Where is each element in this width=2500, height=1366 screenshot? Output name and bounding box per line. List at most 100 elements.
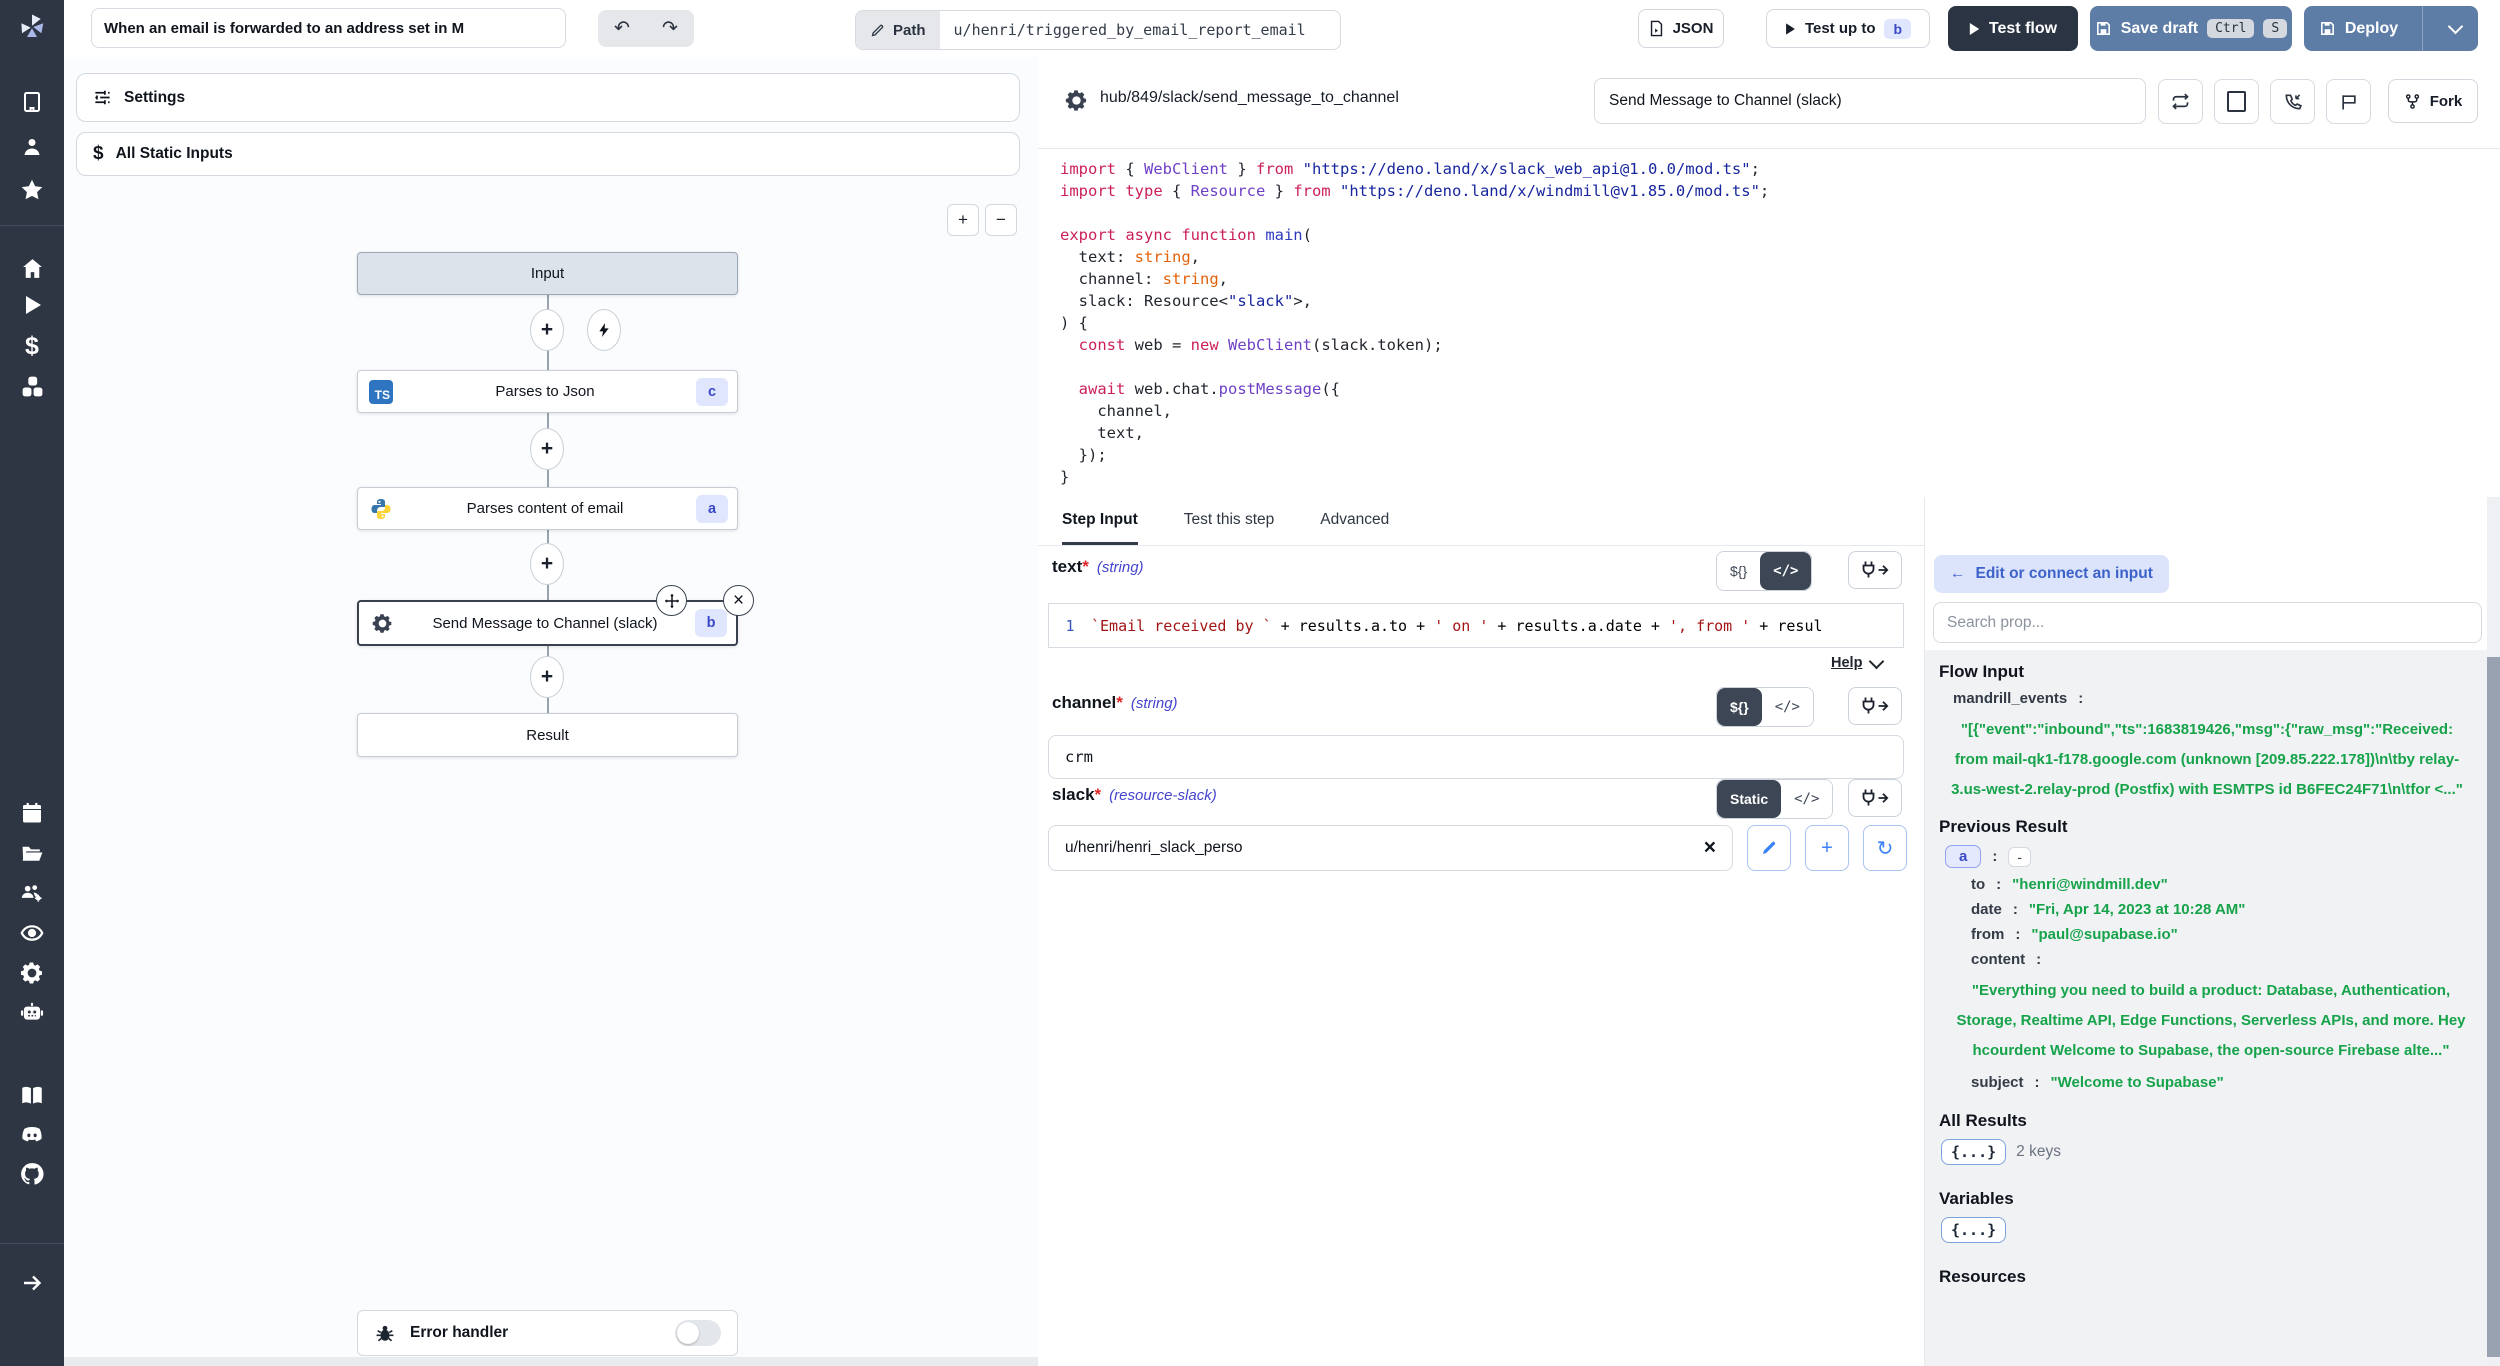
- deploy-button[interactable]: Deploy: [2304, 6, 2413, 51]
- refresh-resources-button[interactable]: ↻: [1863, 825, 1907, 871]
- result-field-row[interactable]: subject:"Welcome to Supabase": [1971, 1074, 2487, 1091]
- text-expression-editor[interactable]: 1 `Email received by ` + results.a.to + …: [1048, 603, 1904, 648]
- code-mode-option[interactable]: </>: [1760, 552, 1811, 590]
- channel-value-input[interactable]: [1048, 735, 1904, 779]
- diff-flag-button[interactable]: [2326, 79, 2371, 124]
- resource-picker-row: u/henri/henri_slack_perso × + ↻: [1048, 825, 1907, 871]
- save-icon: [2095, 20, 2112, 37]
- edit-or-connect-button[interactable]: ← Edit or connect an input: [1934, 555, 2169, 593]
- path-value[interactable]: u/henri/triggered_by_email_report_email: [940, 11, 1340, 49]
- flow-settings-button[interactable]: Settings: [76, 73, 1020, 122]
- all-results-title: All Results: [1939, 1111, 2487, 1131]
- static-mode-option[interactable]: Static: [1717, 780, 1781, 818]
- code-editor[interactable]: import { WebClient } from "https://deno.…: [1038, 148, 2500, 497]
- flow-input-key-row[interactable]: mandrill_events :: [1953, 690, 2487, 707]
- close-icon: ×: [733, 591, 744, 610]
- result-key-badge[interactable]: a: [1945, 845, 1981, 868]
- error-handler-toggle[interactable]: [675, 1320, 721, 1346]
- deploy-dropdown-button[interactable]: [2432, 6, 2478, 51]
- scrollbar-thumb[interactable]: [2487, 657, 2500, 1357]
- result-field-value[interactable]: "Everything you need to build a product:…: [1953, 976, 2469, 1066]
- result-field-value[interactable]: "Fri, Apr 14, 2023 at 10:28 AM": [2029, 901, 2246, 918]
- docs-book-icon[interactable]: [14, 1078, 50, 1114]
- json-button[interactable]: JSON: [1638, 9, 1724, 48]
- expression-code: `Email received by ` + results.a.to + ' …: [1091, 617, 1823, 635]
- workspace-building-icon[interactable]: [14, 84, 50, 120]
- object-pill[interactable]: {...}: [1941, 1139, 2006, 1165]
- workers-robot-icon[interactable]: [14, 994, 50, 1030]
- resources-cubes-icon[interactable]: [14, 368, 50, 404]
- audit-eye-icon[interactable]: [14, 915, 50, 951]
- tab-advanced[interactable]: Advanced: [1320, 497, 1389, 545]
- result-field-value[interactable]: "paul@supabase.io": [2031, 926, 2177, 943]
- trigger-bolt-button[interactable]: [587, 309, 621, 351]
- schedules-calendar-icon[interactable]: [14, 795, 50, 831]
- add-step-button[interactable]: +: [530, 309, 564, 351]
- github-icon[interactable]: [14, 1156, 50, 1192]
- connect-input-button[interactable]: [1848, 687, 1902, 725]
- expr-mode-option[interactable]: ${}: [1717, 688, 1762, 726]
- move-step-handle[interactable]: [656, 585, 687, 616]
- expand-arrow-icon[interactable]: [14, 1265, 50, 1301]
- horizontal-scrollbar[interactable]: [64, 1357, 1038, 1366]
- webhook-phone-button[interactable]: [2270, 79, 2315, 124]
- delete-step-button[interactable]: ×: [723, 585, 754, 616]
- fork-button[interactable]: Fork: [2388, 79, 2478, 123]
- groups-users-gear-icon[interactable]: [14, 875, 50, 911]
- test-flow-button[interactable]: Test flow: [1948, 6, 2078, 51]
- favorites-star-icon[interactable]: [14, 172, 50, 208]
- flow-title-input[interactable]: [91, 8, 566, 48]
- result-field-value[interactable]: "Welcome to Supabase": [2051, 1074, 2224, 1091]
- flow-node-result[interactable]: Result: [357, 713, 738, 757]
- code-mode-option[interactable]: </>: [1762, 688, 1813, 726]
- connect-input-button[interactable]: [1848, 551, 1902, 589]
- runs-play-icon[interactable]: [14, 287, 50, 323]
- result-field-row[interactable]: date:"Fri, Apr 14, 2023 at 10:28 AM": [1971, 901, 2487, 918]
- folders-icon[interactable]: [14, 835, 50, 871]
- expand-square-button[interactable]: [2214, 79, 2259, 124]
- connect-input-button[interactable]: [1848, 779, 1902, 817]
- add-step-button[interactable]: +: [530, 656, 564, 698]
- add-resource-button[interactable]: +: [1805, 825, 1849, 871]
- flow-node-parses-content-of-email[interactable]: Parses content of email a: [357, 487, 738, 530]
- path-field[interactable]: Path u/henri/triggered_by_email_report_e…: [855, 10, 1341, 50]
- test-up-to-button[interactable]: Test up to b: [1766, 9, 1930, 48]
- home-icon[interactable]: [14, 250, 50, 286]
- search-prop-input[interactable]: [1933, 602, 2482, 643]
- sync-steps-button[interactable]: [2158, 79, 2203, 124]
- previous-result-fields: to:"henri@windmill.dev" date:"Fri, Apr 14…: [1939, 876, 2487, 1091]
- dollar-icon: $: [93, 143, 104, 165]
- flow-node-parses-to-json[interactable]: TS Parses to Json c: [357, 370, 738, 413]
- tab-test-this-step[interactable]: Test this step: [1184, 497, 1274, 545]
- flow-input-value[interactable]: "[{"event":"inbound","ts":1683819426,"ms…: [1945, 715, 2469, 805]
- redo-button[interactable]: ↷: [646, 10, 694, 47]
- tab-step-input[interactable]: Step Input: [1062, 497, 1138, 545]
- windmill-logo-icon[interactable]: [14, 9, 50, 45]
- error-handler-card[interactable]: Error handler: [357, 1310, 738, 1356]
- edit-resource-button[interactable]: [1747, 825, 1791, 871]
- code-mode-option[interactable]: </>: [1781, 780, 1832, 818]
- all-static-inputs-button[interactable]: $ All Static Inputs: [76, 132, 1020, 176]
- expr-mode-option[interactable]: ${}: [1717, 552, 1760, 590]
- result-field-row[interactable]: to:"henri@windmill.dev": [1971, 876, 2487, 893]
- help-link[interactable]: Help: [1831, 655, 1882, 671]
- save-draft-button[interactable]: Save draft Ctrl S: [2090, 6, 2292, 51]
- result-field-row[interactable]: content:: [1971, 951, 2487, 968]
- add-step-button[interactable]: +: [530, 428, 564, 470]
- zoom-in-button[interactable]: +: [947, 204, 979, 236]
- zoom-out-button[interactable]: −: [985, 204, 1017, 236]
- result-field-row[interactable]: from:"paul@supabase.io": [1971, 926, 2487, 943]
- discord-icon[interactable]: [14, 1117, 50, 1153]
- object-pill[interactable]: {...}: [1941, 1217, 2006, 1243]
- user-icon[interactable]: [14, 129, 50, 165]
- add-step-button[interactable]: +: [530, 543, 564, 585]
- undo-button[interactable]: ↶: [598, 10, 646, 47]
- result-field-value[interactable]: "henri@windmill.dev": [2012, 876, 2168, 893]
- settings-gear-icon[interactable]: [14, 955, 50, 991]
- clear-icon[interactable]: ×: [1704, 836, 1716, 860]
- flow-node-input[interactable]: Input: [357, 252, 738, 295]
- collapse-chip[interactable]: -: [2008, 847, 2031, 867]
- variables-dollar-icon[interactable]: $: [14, 328, 50, 364]
- step-name-input[interactable]: [1594, 78, 2146, 124]
- resource-select[interactable]: u/henri/henri_slack_perso ×: [1048, 825, 1733, 871]
